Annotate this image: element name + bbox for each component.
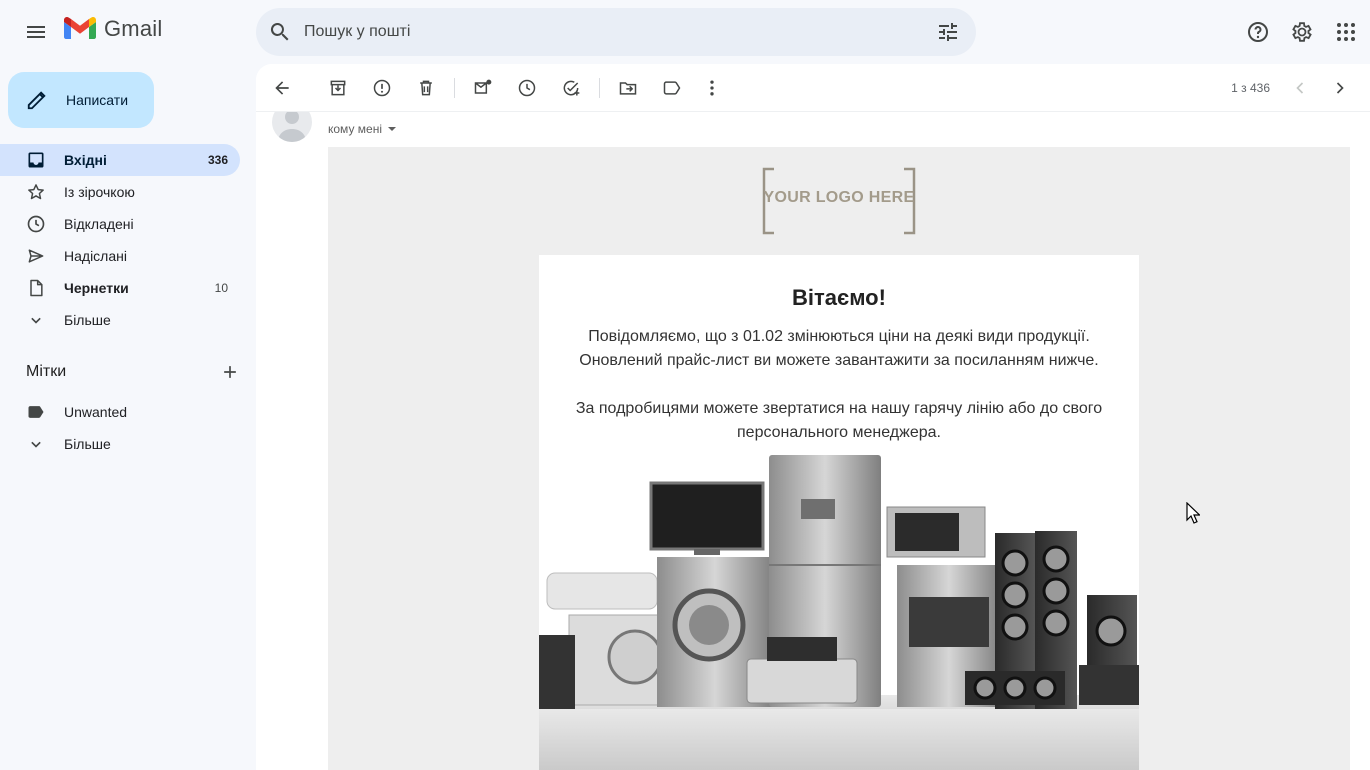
search-input[interactable] — [304, 8, 924, 56]
compose-button[interactable]: Написати — [8, 72, 154, 128]
sidebar-item-more[interactable]: Більше — [0, 304, 240, 336]
sidebar: Написати Вхідні 336 Із зірочкою Відкладе… — [0, 64, 256, 770]
brand-logo-placeholder: YOUR LOGO HERE — [762, 167, 916, 235]
email-body: YOUR LOGO HERE Вітаємо! Повідомляємо, що… — [328, 147, 1350, 770]
top-bar: Gmail — [0, 0, 1370, 64]
labels-more[interactable]: Більше — [0, 428, 240, 460]
search-options-icon[interactable] — [924, 8, 972, 56]
labels-list: Unwanted Більше — [0, 396, 256, 460]
compose-label: Написати — [66, 92, 129, 108]
email-heading: Вітаємо! — [792, 285, 886, 310]
label-as-icon[interactable] — [652, 68, 692, 108]
sidebar-item-drafts[interactable]: Чернетки 10 — [0, 272, 240, 304]
main-menu-icon[interactable] — [16, 12, 56, 52]
label-icon — [26, 402, 46, 422]
search-bar[interactable] — [256, 8, 976, 56]
move-to-icon[interactable] — [608, 68, 648, 108]
settings-gear-icon[interactable] — [1282, 12, 1322, 52]
message-view: кому мені 1 з 436 YOUR LOGO HERE Вітаємо… — [256, 64, 1370, 770]
email-content-card: Вітаємо! Повідомляємо, що з 01.02 змінюю… — [539, 255, 1139, 770]
delete-icon[interactable] — [406, 68, 446, 108]
sidebar-item-sent[interactable]: Надіслані — [0, 240, 240, 272]
sidebar-item-label: Надіслані — [64, 248, 127, 264]
clock-icon — [26, 214, 46, 234]
nav-list: Вхідні 336 Із зірочкою Відкладені Надісл… — [0, 144, 256, 336]
recipient-text: кому мені — [328, 122, 382, 136]
label-item-unwanted[interactable]: Unwanted — [0, 396, 240, 428]
email-paragraph: Повідомляємо, що з 01.02 змінюються ціни… — [579, 328, 1099, 369]
chevron-right-icon[interactable] — [1320, 68, 1360, 108]
gmail-logo[interactable]: Gmail — [64, 16, 162, 42]
add-label-icon[interactable] — [220, 362, 240, 382]
chevron-left-icon[interactable] — [1280, 68, 1320, 108]
email-paragraph: За подробицями можете звертатися на нашу… — [575, 400, 1103, 441]
sidebar-item-starred[interactable]: Із зірочкою — [0, 176, 240, 208]
sidebar-item-label: Вхідні — [64, 152, 107, 168]
snooze-clock-icon[interactable] — [507, 68, 547, 108]
header-actions — [1238, 12, 1370, 52]
sidebar-item-label: Відкладені — [64, 216, 134, 232]
star-icon — [26, 182, 46, 202]
send-icon — [26, 246, 46, 266]
report-spam-icon[interactable] — [362, 68, 402, 108]
sidebar-item-label: Unwanted — [64, 404, 128, 420]
labels-header: Мітки — [26, 360, 240, 384]
draft-icon — [26, 278, 46, 298]
apps-grid-icon[interactable] — [1326, 12, 1366, 52]
mark-unread-icon[interactable] — [463, 68, 503, 108]
mouse-cursor-icon — [1186, 502, 1200, 524]
sidebar-item-label: Чернетки — [64, 280, 129, 296]
add-task-icon[interactable] — [551, 68, 591, 108]
gmail-m-icon — [64, 17, 96, 41]
drafts-count: 10 — [214, 281, 228, 295]
app-name: Gmail — [104, 16, 163, 41]
appliances-image — [539, 455, 1139, 770]
sidebar-item-snoozed[interactable]: Відкладені — [0, 208, 240, 240]
chevron-down-icon — [26, 434, 46, 454]
caret-down-icon — [386, 123, 398, 135]
help-icon[interactable] — [1238, 12, 1278, 52]
search-icon[interactable] — [256, 8, 304, 56]
recipient-line[interactable]: кому мені — [328, 122, 398, 136]
pencil-icon — [26, 89, 48, 111]
logo-text: YOUR LOGO HERE — [763, 189, 915, 206]
more-vert-icon[interactable] — [692, 68, 732, 108]
archive-icon[interactable] — [318, 68, 358, 108]
sidebar-item-inbox[interactable]: Вхідні 336 — [0, 144, 240, 176]
inbox-icon — [26, 150, 46, 170]
unread-count: 336 — [207, 153, 228, 167]
message-toolbar: 1 з 436 — [256, 64, 1370, 112]
sidebar-item-label: Із зірочкою — [64, 184, 135, 200]
labels-title: Мітки — [26, 363, 67, 380]
sidebar-item-label: Більше — [64, 312, 111, 328]
toolbar-divider — [599, 77, 600, 98]
toolbar-divider — [454, 77, 455, 98]
chevron-down-icon — [26, 310, 46, 330]
back-arrow-icon[interactable] — [262, 68, 302, 108]
sidebar-item-label: Більше — [64, 436, 111, 452]
pagination-text: 1 з 436 — [1231, 81, 1270, 95]
